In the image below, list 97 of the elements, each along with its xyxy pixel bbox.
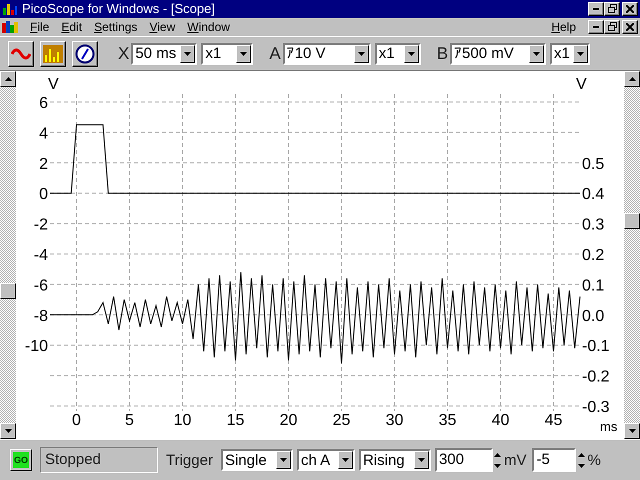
close-icon <box>626 22 634 31</box>
channel-label: A <box>269 44 281 64</box>
tick-label: -0.1 <box>582 338 610 356</box>
tick-label: 4 <box>39 126 48 143</box>
tick-label: 10 <box>174 412 192 430</box>
menu-item[interactable]: Edit <box>61 20 82 34</box>
bar-chart-icon <box>43 44 63 63</box>
meter-button[interactable] <box>72 40 98 67</box>
restore-button[interactable] <box>604 20 620 34</box>
tick-label: -6 <box>34 278 48 295</box>
tick-label: 0.2 <box>582 247 604 264</box>
threshold-field[interactable]: 300 <box>434 448 493 472</box>
tick-label: -2 <box>34 216 48 234</box>
tick-label: 0.5 <box>582 156 604 174</box>
scroll-thumb[interactable] <box>624 213 640 230</box>
tick-label: 0 <box>39 186 48 204</box>
down-arrow-icon <box>578 464 585 468</box>
caret-icon <box>408 52 415 56</box>
tick-label: 45 <box>544 412 562 430</box>
caret-icon <box>342 458 349 462</box>
spectrum-button[interactable] <box>40 40 66 67</box>
range-dropdown[interactable]: ｱ500 mV <box>450 42 546 65</box>
up-arrow-icon <box>494 452 502 457</box>
tick-label: 20 <box>280 412 298 430</box>
menu-item[interactable]: Window <box>187 20 230 34</box>
menu-item[interactable]: Settings <box>94 20 138 34</box>
window-title: PicoScope for Windows - [Scope] <box>22 1 216 16</box>
tick-label: 30 <box>386 412 404 430</box>
trigger-label: Trigger <box>166 452 213 469</box>
axis-label: X <box>118 44 130 64</box>
tick-label: -0.3 <box>582 399 610 416</box>
trigger-mode-dropdown[interactable]: Single <box>220 449 293 472</box>
axis-unit: ms <box>600 419 618 434</box>
multiplier-dropdown[interactable]: x1 <box>550 42 590 65</box>
unit-label: % <box>587 452 601 469</box>
tick-label: 0.4 <box>582 186 604 204</box>
gauge-icon <box>75 44 95 64</box>
up-arrow-icon <box>578 452 585 457</box>
close-icon <box>626 4 634 13</box>
scrollbar[interactable] <box>0 71 16 440</box>
restore-button[interactable] <box>604 2 620 16</box>
up-arrow-icon <box>628 77 636 82</box>
tick-label: -8 <box>34 308 48 326</box>
multiplier-dropdown[interactable]: x1 <box>201 42 254 65</box>
caret-icon <box>358 52 365 56</box>
axis-unit: V <box>576 76 587 94</box>
status-panel: Stopped <box>40 447 158 474</box>
tick-label: 0.1 <box>582 278 604 295</box>
scrollbar[interactable] <box>624 71 640 440</box>
up-arrow-icon <box>4 77 12 82</box>
tick-label: 40 <box>492 412 510 430</box>
trigger-edge-dropdown[interactable]: Rising <box>358 449 431 472</box>
go-button[interactable]: GO <box>10 449 32 472</box>
minimize-icon <box>593 26 599 28</box>
trigger-channel-dropdown[interactable]: ch A <box>296 449 355 472</box>
tick-label: 0 <box>72 412 81 430</box>
caret-icon <box>280 458 287 462</box>
tick-label: 0.0 <box>582 308 604 326</box>
timebase-dropdown[interactable]: 50 ms <box>131 42 198 65</box>
tick-label: 0.3 <box>582 216 604 234</box>
multiplier-dropdown[interactable]: x1 <box>374 42 421 65</box>
caret-icon <box>418 458 425 462</box>
tick-label: 6 <box>39 95 48 112</box>
tick-label: 25 <box>332 412 350 430</box>
delay-field[interactable]: -5 <box>532 448 576 472</box>
minimize-button[interactable] <box>588 20 604 34</box>
scroll-up-button[interactable] <box>0 71 16 88</box>
scroll-up-button[interactable] <box>624 71 640 88</box>
tick-label: -10 <box>24 338 48 356</box>
tick-label: -4 <box>34 247 48 264</box>
tick-label: 15 <box>226 412 244 430</box>
scroll-down-button[interactable] <box>0 423 16 440</box>
tick-label: 35 <box>438 412 456 430</box>
channel-label: B <box>436 44 448 64</box>
caret-icon <box>184 52 192 56</box>
minimize-icon <box>593 8 599 10</box>
scope-button[interactable] <box>8 40 34 67</box>
close-button[interactable] <box>622 20 638 34</box>
down-arrow-icon <box>628 429 636 434</box>
caret-icon <box>533 52 540 56</box>
minimize-button[interactable] <box>588 2 604 16</box>
tick-label: 5 <box>125 412 134 430</box>
menu-item[interactable]: View <box>149 20 176 34</box>
caret-icon <box>577 52 584 56</box>
down-arrow-icon <box>4 429 12 434</box>
menu-item[interactable]: File <box>30 20 50 34</box>
close-button[interactable] <box>622 2 638 16</box>
down-arrow-icon <box>494 464 502 468</box>
unit-label: mV <box>504 452 526 469</box>
scroll-thumb[interactable] <box>0 283 16 300</box>
axis-unit: V <box>48 76 59 94</box>
menu-item[interactable]: Help <box>551 20 576 34</box>
tick-label: -0.2 <box>582 368 610 386</box>
scroll-down-button[interactable] <box>624 423 640 440</box>
tick-label: 2 <box>39 156 48 174</box>
caret-icon <box>240 52 248 56</box>
range-dropdown[interactable]: ｱ10 V <box>282 42 371 65</box>
